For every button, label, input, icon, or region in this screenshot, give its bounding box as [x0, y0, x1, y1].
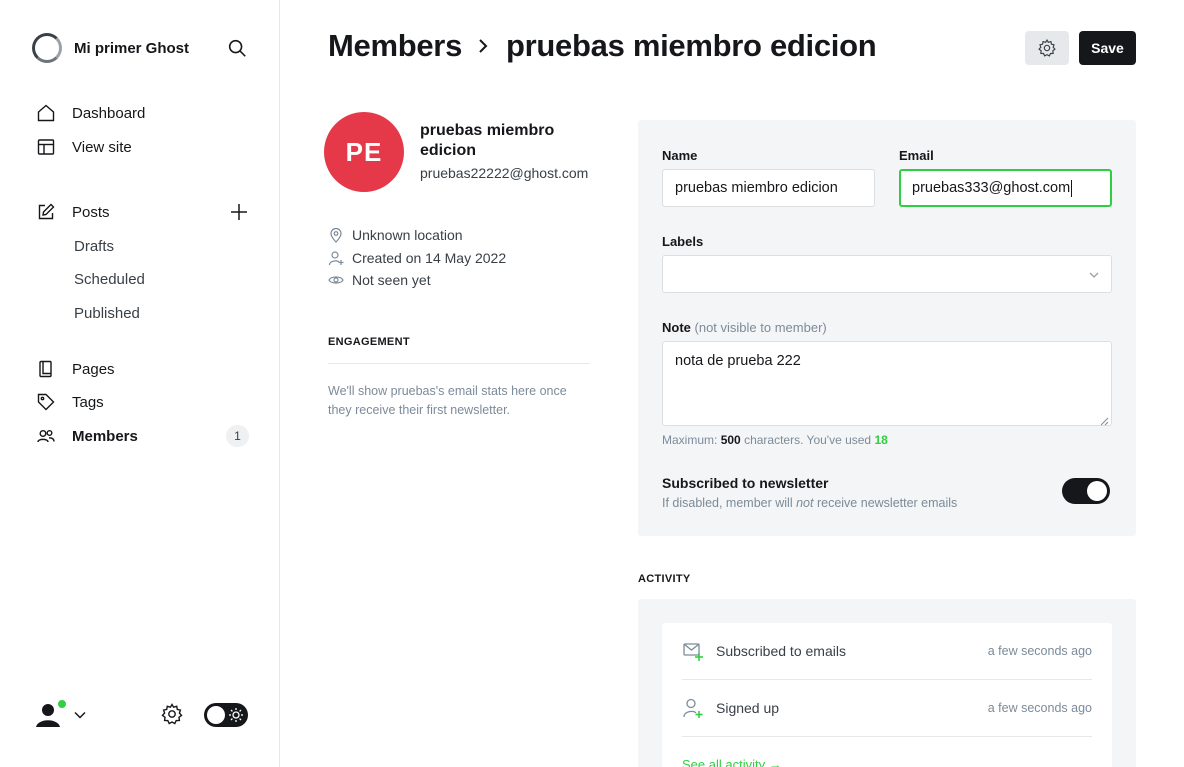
- search-icon[interactable]: [226, 37, 248, 59]
- engagement-heading: ENGAGEMENT: [328, 336, 410, 348]
- note-value: nota de prueba 222: [675, 353, 801, 369]
- sun-icon: [228, 707, 244, 723]
- save-button[interactable]: Save: [1079, 31, 1136, 65]
- site-name: Mi primer Ghost: [74, 39, 190, 57]
- member-settings-button[interactable]: [1025, 31, 1069, 65]
- page-title: Members pruebas miembro edicion: [328, 28, 877, 64]
- char-count-mid: characters. You've used: [744, 433, 872, 447]
- nav-tags[interactable]: Tags: [36, 390, 104, 414]
- email-input[interactable]: pruebas333@ghost.com: [899, 169, 1112, 207]
- nav-posts[interactable]: Posts: [36, 200, 110, 224]
- char-count-max: 500: [720, 433, 741, 447]
- members-icon: [36, 426, 56, 446]
- activity-time: a few seconds ago: [987, 644, 1092, 658]
- member-last-seen: Not seen yet: [328, 272, 431, 288]
- activity-text: Subscribed to emails: [716, 643, 846, 659]
- newsletter-title: Subscribed to newsletter: [662, 475, 829, 491]
- online-status-dot: [57, 699, 67, 709]
- member-avatar: PE: [324, 112, 404, 192]
- chevron-right-icon: [472, 35, 494, 57]
- edit-icon: [36, 202, 56, 222]
- page-icon: [36, 359, 56, 379]
- breadcrumb-current: pruebas miembro edicion: [506, 28, 877, 63]
- user-add-icon: [328, 250, 344, 266]
- nav-pages[interactable]: Pages: [36, 357, 115, 381]
- activity-time: a few seconds ago: [987, 701, 1092, 715]
- members-count-badge: 1: [226, 425, 249, 447]
- toggle-knob: [1087, 481, 1107, 501]
- newsletter-desc-part2: receive newsletter emails: [816, 496, 958, 510]
- char-count-prefix: Maximum:: [662, 433, 718, 447]
- labels-select[interactable]: [662, 255, 1112, 293]
- nav-members[interactable]: Members: [36, 424, 138, 448]
- nav-view-site-label: View site: [72, 138, 132, 156]
- member-last-seen-text: Not seen yet: [352, 272, 431, 288]
- user-add-icon: [682, 697, 704, 719]
- labels-label: Labels: [662, 234, 704, 249]
- engagement-divider: [328, 363, 590, 364]
- engagement-text: We'll show pruebas's email stats here on…: [328, 384, 567, 417]
- member-created-text: Created on 14 May 2022: [352, 250, 507, 266]
- activity-divider: [682, 736, 1092, 737]
- chevron-down-icon[interactable]: [72, 707, 88, 723]
- note-label: Note (not visible to member): [662, 320, 827, 335]
- note-char-count: Maximum: 500 characters. You've used 18: [662, 433, 888, 447]
- chevron-down-icon: [1087, 268, 1101, 282]
- email-input-value: pruebas333@ghost.com: [912, 180, 1071, 196]
- member-created: Created on 14 May 2022: [328, 250, 506, 266]
- see-all-activity-link[interactable]: See all activity →: [682, 757, 782, 767]
- resize-handle-icon[interactable]: [1100, 414, 1109, 426]
- activity-heading: ACTIVITY: [638, 573, 691, 585]
- nav-tags-label: Tags: [72, 393, 104, 411]
- note-label-text: Note: [662, 320, 691, 335]
- breadcrumb-members-link[interactable]: Members: [328, 28, 462, 64]
- member-name: pruebas miembro edicion: [420, 122, 555, 159]
- member-location: Unknown location: [328, 227, 463, 243]
- layout-icon: [36, 137, 56, 157]
- note-hint: (not visible to member): [694, 320, 827, 335]
- sidebar: Mi primer Ghost Dashboard View site Post…: [0, 0, 280, 767]
- settings-gear-icon[interactable]: [160, 702, 184, 726]
- activity-text: Signed up: [716, 700, 780, 716]
- member-email: pruebas22222@ghost.com: [420, 165, 589, 181]
- activity-item: Subscribed to emails a few seconds ago: [682, 623, 1092, 679]
- newsletter-desc-emphasis: not: [796, 496, 814, 510]
- eye-icon: [328, 272, 344, 288]
- add-post-icon[interactable]: [228, 201, 250, 223]
- nav-view-site[interactable]: View site: [36, 135, 132, 159]
- name-input[interactable]: pruebas miembro edicion: [662, 169, 875, 207]
- location-pin-icon: [328, 227, 344, 243]
- newsletter-description: If disabled, member will not receive new…: [662, 496, 957, 510]
- dark-mode-toggle[interactable]: [204, 703, 248, 727]
- email-label: Email: [899, 148, 934, 163]
- name-label: Name: [662, 148, 698, 163]
- nav-published[interactable]: Published: [74, 302, 140, 324]
- nav-dashboard-label: Dashboard: [72, 104, 146, 122]
- tag-icon: [36, 392, 56, 412]
- nav-scheduled[interactable]: Scheduled: [74, 268, 145, 290]
- newsletter-toggle[interactable]: [1062, 478, 1110, 504]
- name-input-value: pruebas miembro edicion: [675, 180, 838, 196]
- note-textarea[interactable]: nota de prueba 222: [662, 341, 1112, 426]
- email-subscribe-icon: [682, 640, 704, 662]
- nav-members-label: Members: [72, 427, 138, 445]
- newsletter-desc-part1: If disabled, member will: [662, 496, 793, 510]
- toggle-knob: [207, 706, 225, 724]
- nav-pages-label: Pages: [72, 360, 115, 378]
- text-cursor: [1071, 179, 1073, 197]
- nav-posts-label: Posts: [72, 203, 110, 221]
- site-brand[interactable]: Mi primer Ghost: [32, 33, 189, 63]
- home-icon: [36, 103, 56, 123]
- nav-dashboard[interactable]: Dashboard: [36, 101, 145, 125]
- gear-icon: [1038, 38, 1056, 57]
- member-location-text: Unknown location: [352, 227, 463, 243]
- nav-drafts[interactable]: Drafts: [74, 235, 114, 257]
- char-count-used: 18: [874, 433, 888, 447]
- site-logo: [32, 33, 62, 63]
- activity-item: Signed up a few seconds ago: [682, 680, 1092, 736]
